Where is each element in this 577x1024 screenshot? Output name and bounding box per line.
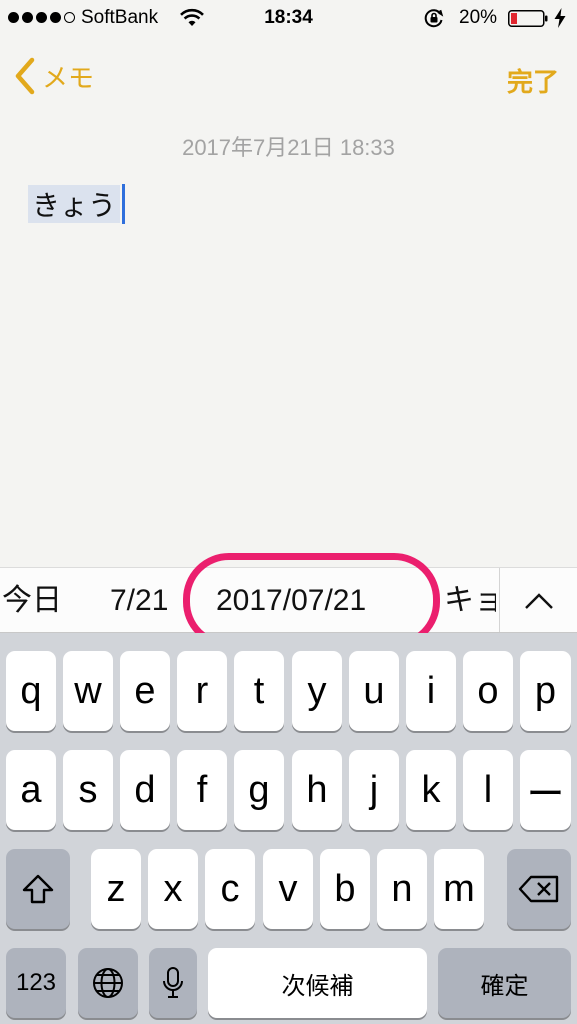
backspace-icon — [518, 875, 559, 903]
suggestion-today[interactable]: 今日 — [2, 568, 62, 632]
key-m[interactable]: m — [434, 849, 484, 929]
key-b[interactable]: b — [320, 849, 370, 929]
delete-key[interactable] — [507, 849, 571, 929]
rotation-lock-icon — [424, 9, 444, 28]
key-f[interactable]: f — [177, 750, 227, 830]
key-c[interactable]: c — [205, 849, 255, 929]
shift-key[interactable] — [6, 849, 70, 929]
battery-icon — [508, 10, 548, 27]
key-z[interactable]: z — [91, 849, 141, 929]
charging-icon — [554, 8, 566, 28]
key-s[interactable]: s — [63, 750, 113, 830]
key-v[interactable]: v — [263, 849, 313, 929]
suggestion-kyo[interactable]: キョ — [444, 568, 496, 632]
navigation-bar: メモ 完了 — [0, 42, 577, 112]
chevron-up-icon — [524, 593, 553, 609]
key-d[interactable]: d — [120, 750, 170, 830]
numbers-key[interactable]: 123 — [6, 948, 66, 1018]
note-editor[interactable]: きょう — [28, 184, 126, 224]
key-a[interactable]: a — [6, 750, 56, 830]
keyboard: q w e r t y u i o p a s d f g h j k l ー … — [0, 633, 577, 1024]
key-long-vowel[interactable]: ー — [520, 750, 571, 830]
globe-key[interactable] — [78, 948, 138, 1018]
expand-suggestions-button[interactable] — [499, 568, 577, 632]
key-p[interactable]: p — [520, 651, 571, 731]
text-cursor — [122, 184, 126, 224]
key-w[interactable]: w — [63, 651, 113, 731]
key-k[interactable]: k — [406, 750, 456, 830]
marked-text: きょう — [28, 185, 121, 223]
key-u[interactable]: u — [349, 651, 399, 731]
next-candidate-key[interactable]: 次候補 — [208, 948, 427, 1018]
back-button-label: メモ — [42, 62, 95, 93]
chevron-left-icon — [15, 57, 35, 95]
suggestion-short-date[interactable]: 7/21 — [110, 568, 168, 632]
key-j[interactable]: j — [349, 750, 399, 830]
key-g[interactable]: g — [234, 750, 284, 830]
suggestion-bar: 今日 7/21 2017/07/21 キョ — [0, 567, 577, 633]
status-bar: SoftBank 18:34 20% — [0, 0, 577, 38]
key-r[interactable]: r — [177, 651, 227, 731]
key-n[interactable]: n — [377, 849, 427, 929]
back-button[interactable]: メモ — [14, 56, 94, 96]
key-h[interactable]: h — [292, 750, 342, 830]
key-t[interactable]: t — [234, 651, 284, 731]
key-q[interactable]: q — [6, 651, 56, 731]
key-e[interactable]: e — [120, 651, 170, 731]
key-o[interactable]: o — [463, 651, 513, 731]
suggestion-full-date[interactable]: 2017/07/21 — [216, 568, 366, 632]
shift-arrow-icon — [22, 874, 54, 904]
done-button[interactable]: 完了 — [507, 62, 559, 99]
confirm-key[interactable]: 確定 — [438, 948, 571, 1018]
key-x[interactable]: x — [148, 849, 198, 929]
note-date: 2017年7月21日 18:33 — [182, 135, 395, 160]
key-l[interactable]: l — [463, 750, 513, 830]
microphone-icon — [163, 967, 183, 998]
key-i[interactable]: i — [406, 651, 456, 731]
battery-percentage: 20% — [459, 7, 498, 28]
key-y[interactable]: y — [292, 651, 342, 731]
globe-icon — [93, 968, 123, 998]
dictation-key[interactable] — [149, 948, 197, 1018]
